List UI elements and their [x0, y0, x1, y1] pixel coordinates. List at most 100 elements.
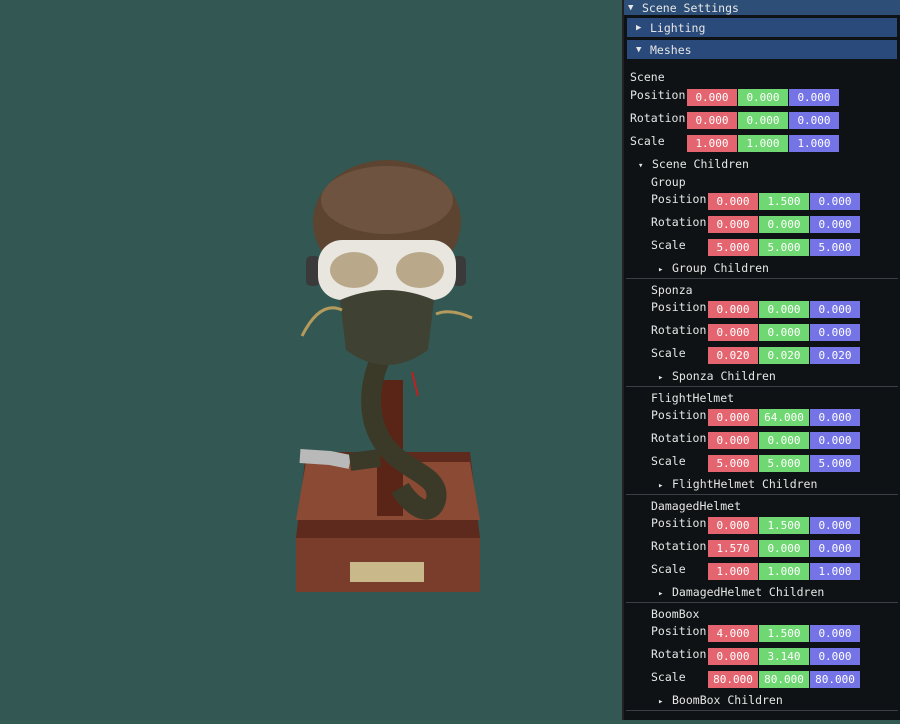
rotation-z-field[interactable]: 0.000: [789, 112, 839, 129]
rotation-y-field[interactable]: 0.000: [738, 112, 788, 129]
position-z-field[interactable]: 0.000: [810, 301, 860, 318]
scale-y-field[interactable]: 5.000: [759, 239, 809, 256]
lighting-header[interactable]: ▶ Lighting: [627, 18, 897, 37]
child-children-node[interactable]: ▸ Sponza Children: [658, 369, 776, 383]
position-label: Position: [651, 408, 707, 422]
right-strap: [435, 310, 473, 320]
position-y-field[interactable]: 0.000: [738, 89, 788, 106]
child-children-node[interactable]: ▸ Group Children: [658, 261, 769, 275]
rotation-vector: 0.000 0.000 0.000: [708, 324, 861, 341]
scale-x-field[interactable]: 1.000: [687, 135, 737, 152]
scale-x-field[interactable]: 80.000: [708, 671, 758, 688]
expand-arrow-icon: ▸: [658, 697, 664, 707]
rotation-z-field[interactable]: 0.000: [810, 648, 860, 665]
scale-vector: 5.000 5.000 5.000: [708, 455, 861, 472]
position-y-field[interactable]: 0.000: [759, 301, 809, 318]
rotation-label: Rotation: [651, 323, 707, 337]
child-children-label: FlightHelmet Children: [672, 477, 818, 491]
separator: [626, 278, 898, 279]
position-x-field[interactable]: 0.000: [708, 517, 758, 534]
goggles-right-lens: [396, 252, 444, 288]
position-y-field[interactable]: 1.500: [759, 625, 809, 642]
rotation-y-field[interactable]: 3.140: [759, 648, 809, 665]
position-x-field[interactable]: 4.000: [708, 625, 758, 642]
position-vector: 0.000 1.500 0.000: [708, 193, 861, 210]
scale-label: Scale: [651, 562, 686, 576]
position-x-field[interactable]: 0.000: [708, 193, 758, 210]
position-y-field[interactable]: 64.000: [759, 409, 809, 426]
scale-x-field[interactable]: 5.000: [708, 455, 758, 472]
panel-titlebar[interactable]: ▼ Scene Settings: [624, 0, 900, 15]
position-vector: 4.000 1.500 0.000: [708, 625, 861, 642]
meshes-header[interactable]: ▼ Meshes: [627, 40, 897, 59]
goggles-left-lens: [330, 252, 378, 288]
position-z-field[interactable]: 0.000: [810, 625, 860, 642]
rotation-y-field[interactable]: 0.000: [759, 432, 809, 449]
scale-z-field[interactable]: 5.000: [810, 239, 860, 256]
child-children-node[interactable]: ▸ DamagedHelmet Children: [658, 585, 824, 599]
left-earcup: [306, 256, 320, 286]
rotation-y-field[interactable]: 0.000: [759, 324, 809, 341]
rotation-y-field[interactable]: 0.000: [759, 216, 809, 233]
child-children-node[interactable]: ▸ BoomBox Children: [658, 693, 783, 707]
rotation-vector: 0.000 0.000 0.000: [687, 112, 840, 129]
left-strap: [300, 306, 343, 337]
position-x-field[interactable]: 0.000: [708, 301, 758, 318]
rotation-z-field[interactable]: 0.000: [810, 432, 860, 449]
position-z-field[interactable]: 0.000: [810, 193, 860, 210]
rotation-vector: 0.000 0.000 0.000: [708, 432, 861, 449]
scale-y-field[interactable]: 80.000: [759, 671, 809, 688]
position-z-field[interactable]: 0.000: [810, 409, 860, 426]
rotation-z-field[interactable]: 0.000: [810, 540, 860, 557]
scene-settings-panel[interactable]: ▼ Scene Settings ▶ Lighting ▼ Meshes Sce…: [624, 0, 900, 720]
scale-y-field[interactable]: 5.000: [759, 455, 809, 472]
position-z-field[interactable]: 0.000: [789, 89, 839, 106]
child-children-node[interactable]: ▸ FlightHelmet Children: [658, 477, 817, 491]
rotation-y-field[interactable]: 0.000: [759, 540, 809, 557]
rotation-x-field[interactable]: 0.000: [708, 648, 758, 665]
scale-x-field[interactable]: 0.020: [708, 347, 758, 364]
scale-z-field[interactable]: 1.000: [789, 135, 839, 152]
scale-label: Scale: [651, 454, 686, 468]
scale-z-field[interactable]: 0.020: [810, 347, 860, 364]
scale-x-field[interactable]: 5.000: [708, 239, 758, 256]
expand-arrow-icon: ▸: [658, 589, 664, 599]
child-name: FlightHelmet: [651, 391, 735, 405]
scale-y-field[interactable]: 1.000: [759, 563, 809, 580]
rotation-vector: 0.000 3.140 0.000: [708, 648, 861, 665]
position-vector: 0.000 64.000 0.000: [708, 409, 861, 426]
position-x-field[interactable]: 0.000: [687, 89, 737, 106]
position-y-field[interactable]: 1.500: [759, 193, 809, 210]
scale-x-field[interactable]: 1.000: [708, 563, 758, 580]
rotation-vector: 1.570 0.000 0.000: [708, 540, 861, 557]
scene-children-node[interactable]: ▾ Scene Children: [638, 157, 749, 171]
scale-z-field[interactable]: 5.000: [810, 455, 860, 472]
position-x-field[interactable]: 0.000: [708, 409, 758, 426]
rotation-z-field[interactable]: 0.000: [810, 324, 860, 341]
separator: [626, 710, 898, 711]
child-name: Sponza: [651, 283, 693, 297]
scale-vector: 5.000 5.000 5.000: [708, 239, 861, 256]
scale-vector: 0.020 0.020 0.020: [708, 347, 861, 364]
rotation-z-field[interactable]: 0.000: [810, 216, 860, 233]
scale-y-field[interactable]: 1.000: [738, 135, 788, 152]
position-y-field[interactable]: 1.500: [759, 517, 809, 534]
scale-y-field[interactable]: 0.020: [759, 347, 809, 364]
rotation-x-field[interactable]: 0.000: [708, 324, 758, 341]
position-z-field[interactable]: 0.000: [810, 517, 860, 534]
position-vector: 0.000 0.000 0.000: [708, 301, 861, 318]
rotation-x-field[interactable]: 0.000: [708, 432, 758, 449]
3d-viewport[interactable]: [0, 0, 624, 720]
scale-z-field[interactable]: 80.000: [810, 671, 860, 688]
rotation-x-field[interactable]: 0.000: [687, 112, 737, 129]
rotation-label: Rotation: [651, 215, 707, 229]
meshes-label: Meshes: [650, 42, 692, 57]
position-label: Position: [651, 516, 707, 530]
rotation-label: Rotation: [651, 431, 707, 445]
rotation-x-field[interactable]: 0.000: [708, 216, 758, 233]
separator: [626, 602, 898, 603]
rotation-x-field[interactable]: 1.570: [708, 540, 758, 557]
scale-label: Scale: [651, 670, 686, 684]
scale-z-field[interactable]: 1.000: [810, 563, 860, 580]
collapse-arrow-icon[interactable]: ▼: [628, 3, 642, 13]
